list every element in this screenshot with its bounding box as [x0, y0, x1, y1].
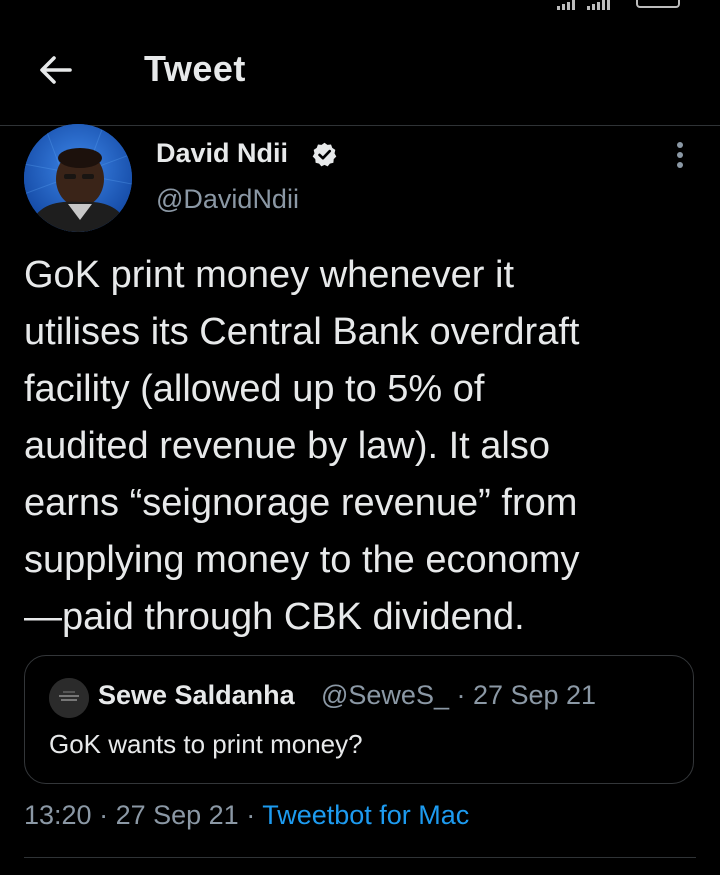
quote-author-name: Sewe Saldanha [98, 680, 295, 710]
author-avatar[interactable] [24, 124, 132, 232]
tweet-time: 13:20 [24, 800, 92, 830]
quote-author-handle-date: @SeweS_ · 27 Sep 21 [321, 680, 597, 710]
arrow-left-icon [40, 56, 72, 84]
meta-divider [24, 857, 696, 858]
page-title: Tweet [144, 48, 246, 89]
back-button[interactable] [36, 50, 76, 90]
header-divider [0, 125, 720, 126]
top-app-bar: Tweet [0, 40, 720, 102]
quote-text: GoK wants to print money? [49, 729, 363, 759]
battery-icon [636, 0, 680, 8]
avatar-image [49, 678, 89, 718]
meta-separator: · [238, 800, 263, 830]
tweet-metadata: 13:20 · 27 Sep 21 · Tweetbot for Mac [24, 800, 469, 831]
verified-badge-icon [312, 142, 337, 167]
more-options-button[interactable] [666, 140, 694, 172]
tweet-text: GoK print money whenever it utilises its… [24, 254, 580, 638]
author-name[interactable]: David Ndii [156, 138, 288, 169]
author-handle[interactable]: @DavidNdii [156, 184, 299, 215]
meta-separator: · [91, 800, 116, 830]
quote-author-avatar [49, 678, 89, 718]
tweet-date: 27 Sep 21 [115, 800, 239, 830]
quoted-tweet-card[interactable]: Sewe Saldanha @SeweS_ · 27 Sep 21 GoK wa… [24, 655, 694, 784]
status-bar [0, 0, 720, 14]
avatar-image [24, 124, 132, 232]
vertical-ellipsis-icon [677, 142, 683, 168]
tweet-source-link[interactable]: Tweetbot for Mac [262, 800, 469, 830]
signal-icon [557, 0, 610, 10]
